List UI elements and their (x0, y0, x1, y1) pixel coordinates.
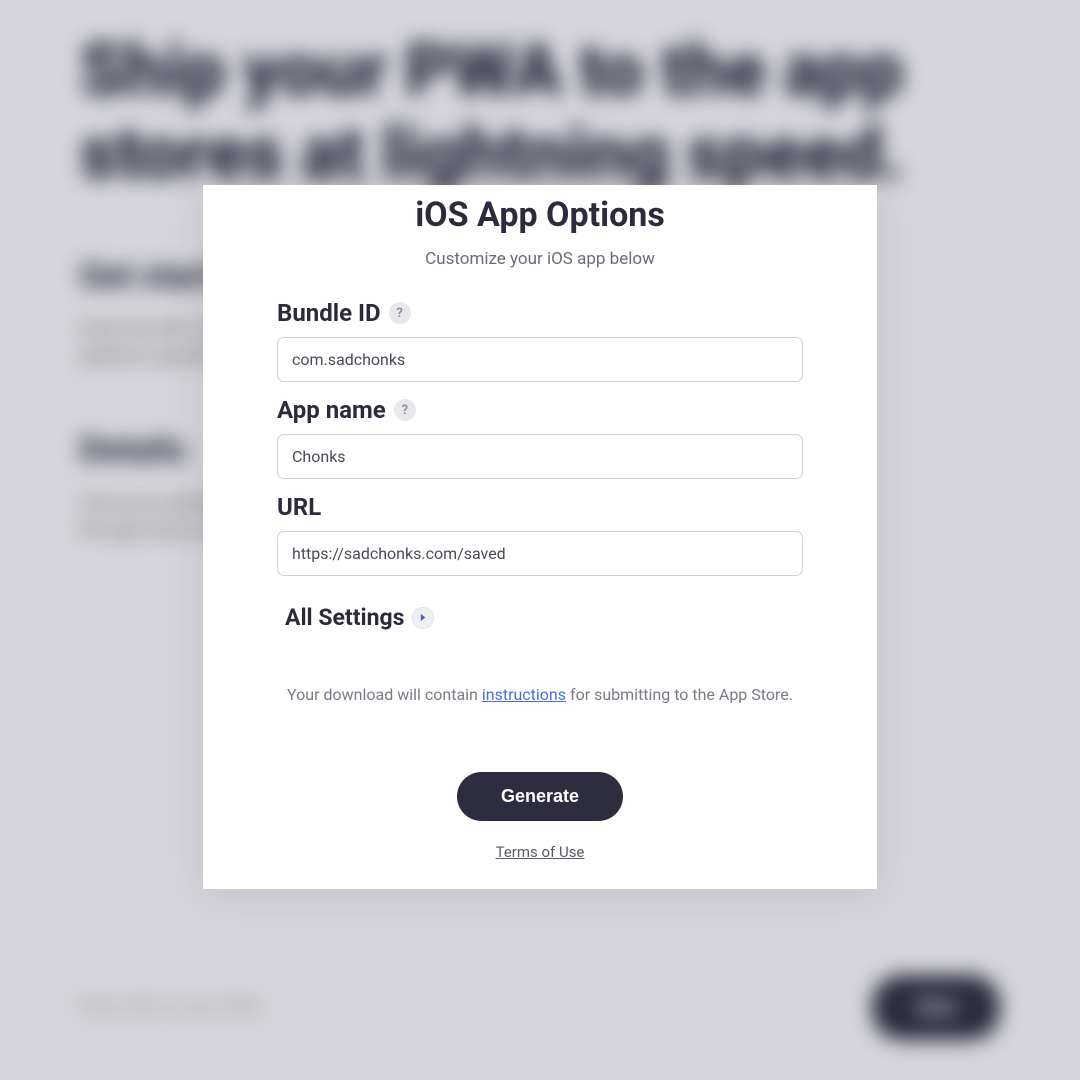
chevron-right-icon (412, 607, 434, 629)
ios-options-modal: iOS App Options Customize your iOS app b… (203, 185, 877, 889)
bundle-id-input[interactable] (277, 337, 803, 382)
terms-of-use-link[interactable]: Terms of Use (277, 843, 803, 861)
info-text-before: Your download will contain (287, 685, 482, 704)
url-label: URL (277, 493, 321, 521)
app-name-label: App name (277, 396, 386, 424)
bundle-id-label: Bundle ID (277, 299, 381, 327)
url-label-row: URL (277, 493, 803, 521)
backdrop-heading: Ship your PWA to the app stores at light… (80, 30, 1000, 196)
instructions-link[interactable]: instructions (482, 685, 566, 704)
help-icon[interactable]: ? (389, 302, 411, 324)
bundle-id-label-row: Bundle ID ? (277, 299, 803, 327)
url-group: URL (277, 493, 803, 576)
bundle-id-group: Bundle ID ? (277, 299, 803, 382)
app-name-input[interactable] (277, 434, 803, 479)
info-text: Your download will contain instructions … (277, 685, 803, 704)
app-name-group: App name ? (277, 396, 803, 479)
backdrop-bottom: Enter URL to your PWA Start (80, 975, 1000, 1040)
backdrop-start-button: Start (872, 975, 1000, 1040)
modal-title: iOS App Options (277, 195, 803, 235)
all-settings-label: All Settings (285, 604, 404, 631)
all-settings-toggle[interactable]: All Settings (285, 604, 803, 631)
info-text-after: for submitting to the App Store. (566, 685, 793, 704)
app-name-label-row: App name ? (277, 396, 803, 424)
generate-button[interactable]: Generate (457, 772, 623, 821)
url-input[interactable] (277, 531, 803, 576)
help-icon[interactable]: ? (394, 399, 416, 421)
backdrop-url-input: Enter URL to your PWA (80, 997, 261, 1018)
modal-subtitle: Customize your iOS app below (277, 249, 803, 269)
